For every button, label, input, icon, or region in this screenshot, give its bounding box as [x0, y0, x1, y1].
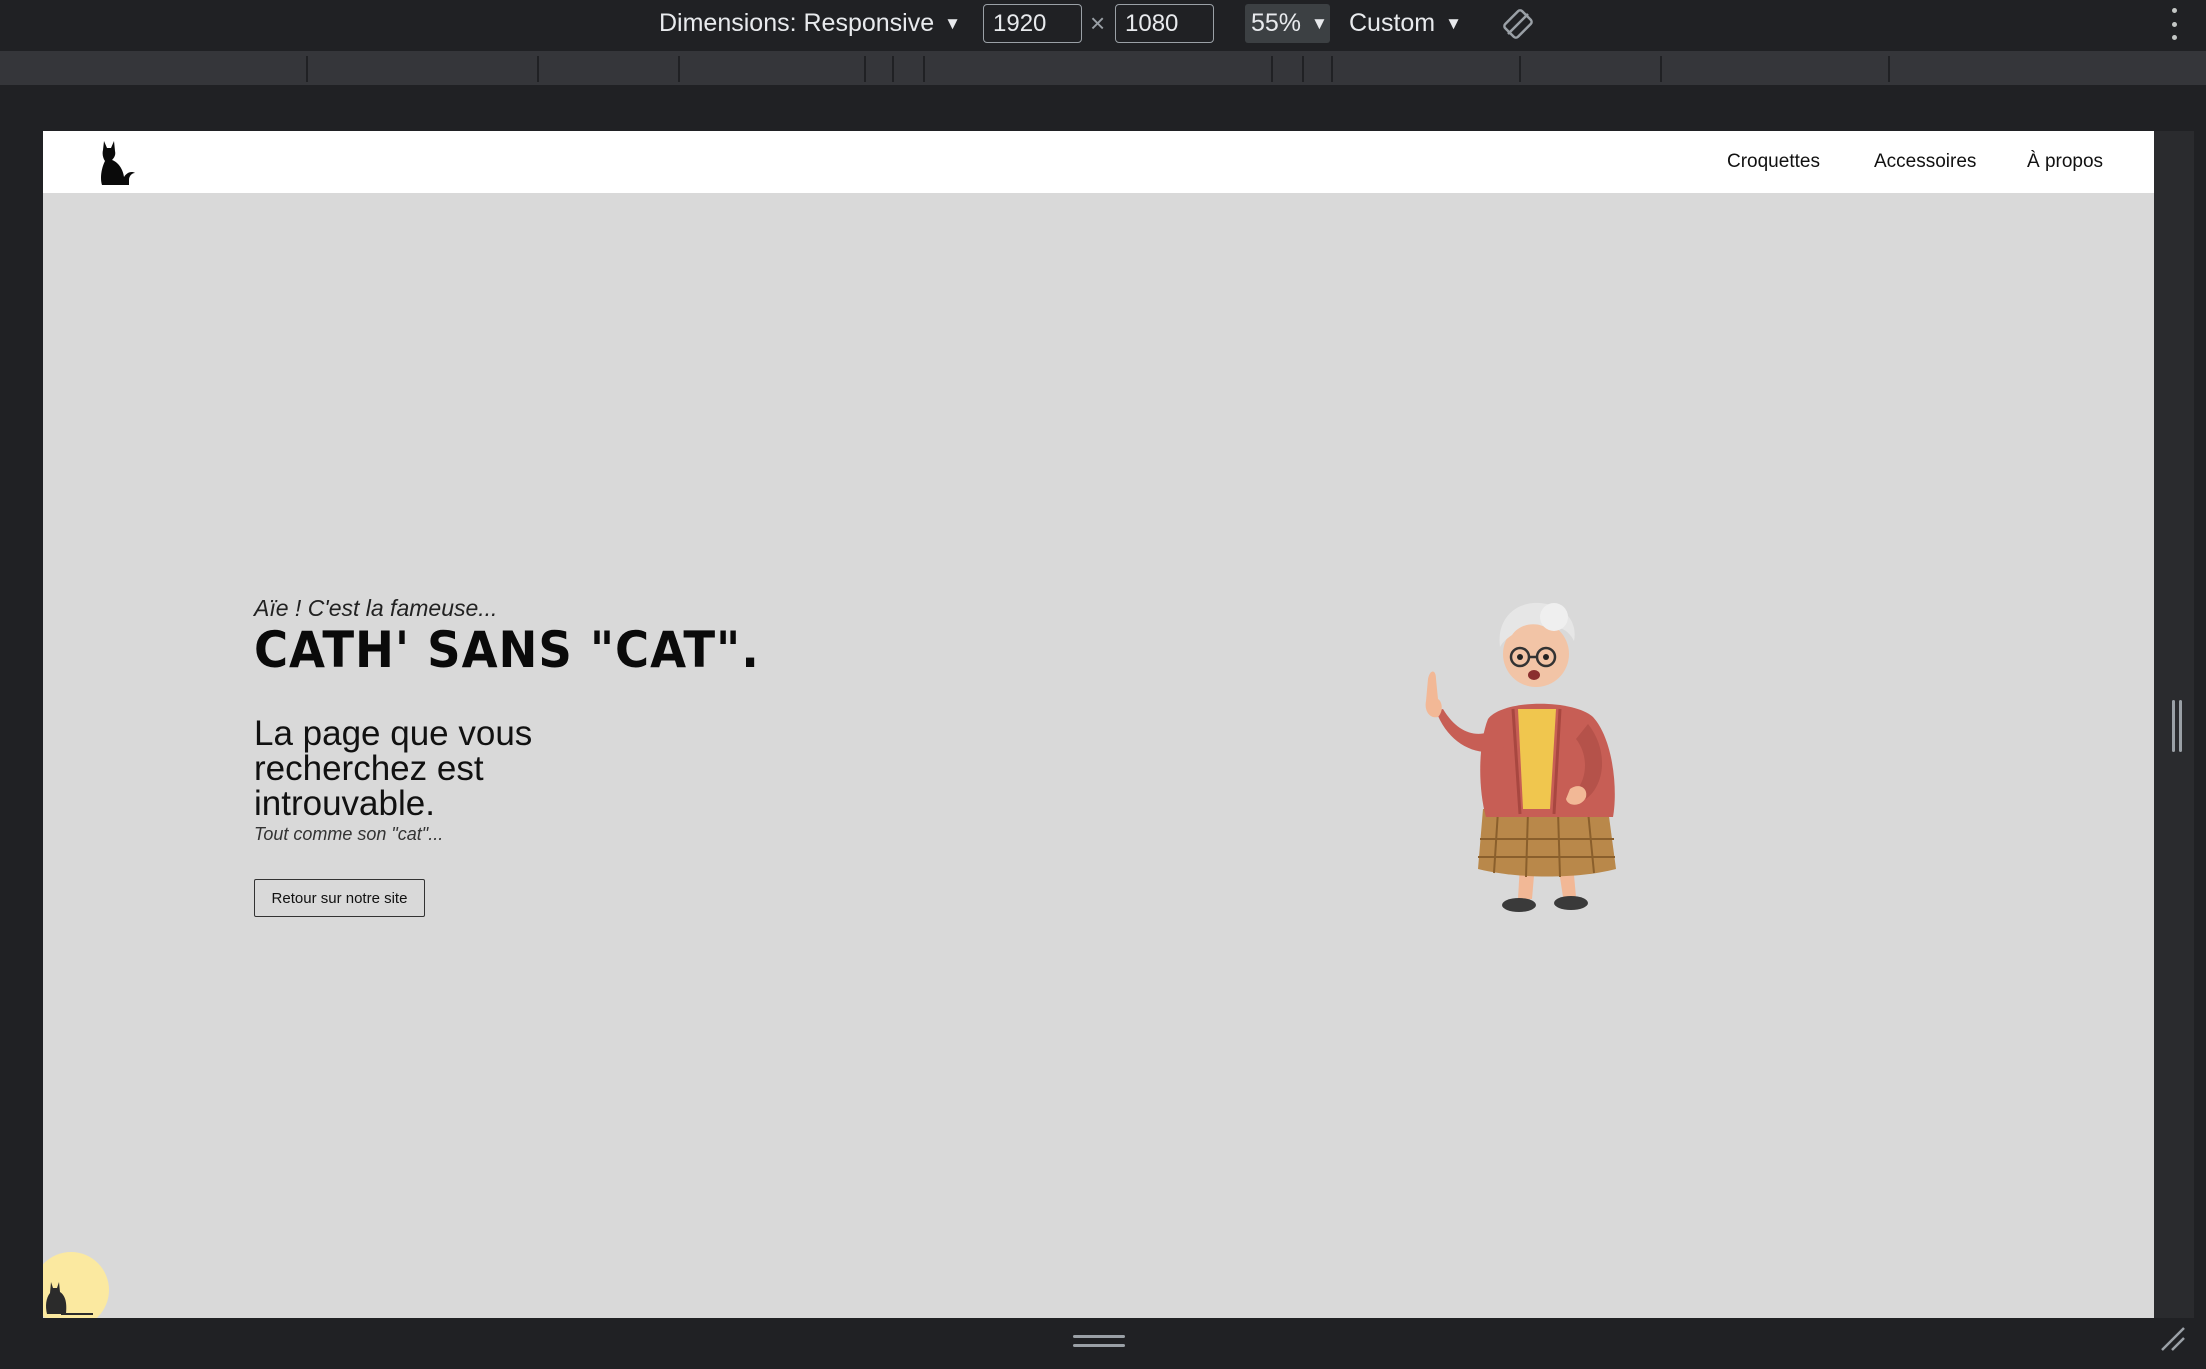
media-query-segment[interactable]	[1888, 56, 1890, 82]
site-header: Croquettes Accessoires À propos	[43, 131, 2154, 193]
more-options-icon[interactable]	[2168, 8, 2180, 40]
zoom-dropdown[interactable]: 55% ▼	[1245, 4, 1330, 43]
nav-link-accessoires[interactable]: Accessoires	[1874, 151, 1976, 173]
nav-item-croquettes[interactable]: Croquettes	[1727, 131, 1820, 193]
caret-down-icon: ▼	[944, 13, 961, 33]
times-icon: ×	[1090, 8, 1106, 38]
caret-down-icon: ▼	[1445, 13, 1462, 33]
hero-note: Tout comme son "cat"...	[254, 824, 444, 844]
throttle-dropdown[interactable]: Custom ▼	[1349, 0, 1462, 47]
nav-link-croquettes[interactable]: Croquettes	[1727, 151, 1820, 173]
hero-headline: CATH' SANS "CAT".	[254, 621, 760, 679]
media-query-segment[interactable]	[864, 56, 866, 82]
zoom-value: 55%	[1251, 9, 1302, 37]
throttle-label: Custom	[1349, 9, 1436, 37]
media-query-segment[interactable]	[537, 56, 539, 82]
height-input[interactable]	[1115, 4, 1214, 43]
media-query-segment[interactable]	[1660, 56, 1662, 82]
media-query-segment[interactable]	[892, 56, 894, 82]
resize-grip-icon[interactable]	[2172, 700, 2182, 752]
media-query-segment[interactable]	[306, 56, 308, 82]
media-query-segment[interactable]	[1271, 56, 1273, 82]
resize-grip-icon[interactable]	[1073, 1335, 1125, 1347]
caret-down-icon: ▼	[1311, 13, 1328, 33]
device-toolbar: Dimensions: Responsive ▼ × 55% ▼ Custom …	[0, 0, 2206, 47]
media-query-segment[interactable]	[1331, 56, 1333, 82]
emulated-viewport: Croquettes Accessoires À propos Aïe ! C'…	[43, 131, 2154, 1318]
cat-silhouette-icon	[46, 1282, 93, 1315]
dimensions-dropdown[interactable]: Dimensions: Responsive ▼	[659, 0, 961, 47]
nav-item-accessoires[interactable]: Accessoires	[1874, 131, 1976, 193]
grandmother-illustration	[1425, 602, 1616, 912]
media-query-bar	[0, 51, 2206, 85]
nav-item-a-propos[interactable]: À propos	[2027, 131, 2103, 193]
back-to-site-button[interactable]: Retour sur notre site	[254, 879, 425, 917]
resize-grip-icon[interactable]	[2160, 1326, 2186, 1352]
hero-subtitle: La page que vous recherchez est introuva…	[254, 714, 533, 823]
media-query-segment[interactable]	[1519, 56, 1521, 82]
media-query-segment[interactable]	[1302, 56, 1304, 82]
media-query-segment[interactable]	[923, 56, 925, 82]
cat-logo-icon[interactable]	[96, 139, 140, 187]
hero-tagline: Aïe ! C'est la fameuse...	[254, 595, 498, 621]
media-query-segment[interactable]	[678, 56, 680, 82]
width-input[interactable]	[983, 4, 1082, 43]
dimensions-label: Dimensions: Responsive	[659, 9, 935, 37]
rotate-icon[interactable]	[1503, 0, 1533, 47]
cat-corner-badge[interactable]	[43, 1252, 109, 1318]
nav-link-a-propos[interactable]: À propos	[2027, 151, 2103, 173]
